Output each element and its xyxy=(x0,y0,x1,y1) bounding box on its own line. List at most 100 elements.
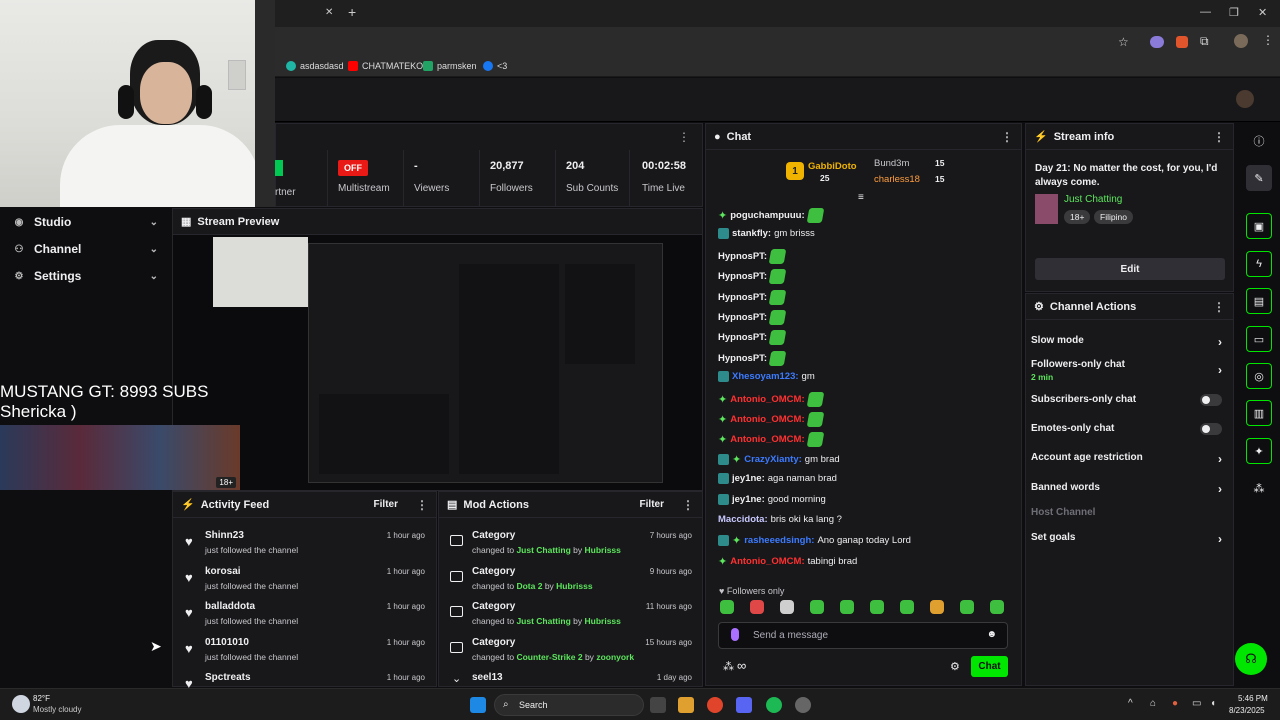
bookmark-star-icon[interactable]: ☆ xyxy=(1118,35,1129,49)
mod-filter-button[interactable]: Filter xyxy=(640,499,664,510)
broadcast-icon[interactable]: ◎ xyxy=(1246,363,1272,389)
minimize-icon[interactable]: — xyxy=(1200,6,1211,18)
microphone-icon[interactable] xyxy=(731,628,739,641)
chat-username[interactable]: HypnosPT: xyxy=(718,353,767,364)
menu-dots-icon[interactable]: ⋮ xyxy=(416,498,428,512)
chat-username[interactable]: poguchampuuu: xyxy=(730,210,804,221)
mod-action-item[interactable]: Category changed to Just Chatting by Hubr… xyxy=(445,528,695,564)
emote-icon[interactable] xyxy=(780,600,794,614)
leader-name[interactable]: Bund3m xyxy=(874,158,909,169)
points-icon[interactable]: ⁂ xyxy=(723,660,734,673)
mod-action-item[interactable]: Category changed to Just Chatting by Hubr… xyxy=(445,599,695,635)
chat-username[interactable]: HypnosPT: xyxy=(718,271,767,282)
emote-icon[interactable] xyxy=(900,600,914,614)
account-age-row[interactable]: Account age restriction › xyxy=(1031,452,1226,466)
chat-username[interactable]: HypnosPT: xyxy=(718,251,767,262)
emotes-only-toggle[interactable] xyxy=(1200,423,1222,435)
activity-item[interactable]: ♥ balladdota just followed the channel 1 ho… xyxy=(180,599,435,635)
info-icon[interactable]: ⓘ xyxy=(1246,128,1272,154)
set-goals-row[interactable]: Set goals › xyxy=(1031,532,1226,546)
edit-stream-info-button[interactable]: Edit xyxy=(1035,258,1225,280)
chat-username[interactable]: Maccidota: xyxy=(718,514,768,525)
preview-video[interactable] xyxy=(173,235,702,490)
emote-icon[interactable] xyxy=(870,600,884,614)
spotify-icon[interactable] xyxy=(766,697,782,713)
chat-username[interactable]: Xhesoyam123: xyxy=(732,371,799,382)
display-icon[interactable]: ▭ xyxy=(1192,698,1201,709)
volume-icon[interactable]: ◖ xyxy=(1210,698,1216,709)
chat-bubble-icon[interactable]: ▭ xyxy=(1246,326,1272,352)
microphone-icon[interactable]: ● xyxy=(1172,698,1178,709)
bookmark-item[interactable]: <3 xyxy=(483,61,507,71)
puzzle-icon[interactable]: ⧉ xyxy=(1200,34,1209,49)
store-icon[interactable] xyxy=(678,697,694,713)
emote-icon[interactable] xyxy=(960,600,974,614)
extension-icon[interactable] xyxy=(1150,36,1164,48)
emote-icon[interactable] xyxy=(750,600,764,614)
menu-dots-icon[interactable]: ⋮ xyxy=(1262,33,1274,47)
emote-icon[interactable] xyxy=(720,600,734,614)
chat-username[interactable]: Antonio_OMCM: xyxy=(730,556,804,567)
chat-username[interactable]: Antonio_OMCM: xyxy=(730,414,804,425)
tray-chevron-icon[interactable]: ^ xyxy=(1128,698,1133,709)
bookmark-item[interactable]: CHATMATEKO xyxy=(348,61,423,71)
chat-username[interactable]: rasheeedsingh: xyxy=(744,535,814,546)
nav-channel[interactable]: ⚇ Channel ⌄ xyxy=(0,236,172,262)
menu-dots-icon[interactable]: ⋮ xyxy=(1213,300,1225,314)
clock-time[interactable]: 5:46 PM xyxy=(1238,694,1268,703)
chat-username[interactable]: CrazyXianty: xyxy=(744,454,802,465)
menu-dots-icon[interactable]: ⋮ xyxy=(1001,130,1013,144)
menu-dots-icon[interactable]: ⋮ xyxy=(1213,130,1225,144)
category-link[interactable]: Just Chatting xyxy=(1064,194,1122,205)
chat-input-box[interactable]: Send a message ☻ xyxy=(718,622,1008,649)
subscribers-only-toggle[interactable] xyxy=(1200,394,1222,406)
extension-icon[interactable] xyxy=(1176,36,1188,48)
clipboard-icon[interactable]: ▤ xyxy=(1246,288,1272,314)
menu-dots-icon[interactable]: ⋮ xyxy=(682,498,694,512)
screen-icon[interactable]: ▣ xyxy=(1246,213,1272,239)
chat-username[interactable]: Antonio_OMCM: xyxy=(730,434,804,445)
chat-username[interactable]: stankfly: xyxy=(732,228,771,239)
chat-username[interactable]: jey1ne: xyxy=(732,473,765,484)
bookmark-item[interactable]: parmsken xyxy=(423,61,477,71)
nav-settings[interactable]: ⚙ Settings ⌄ xyxy=(0,263,172,289)
activity-filter-button[interactable]: Filter xyxy=(374,499,398,510)
discord-icon[interactable] xyxy=(736,697,752,713)
card-icon[interactable]: ▥ xyxy=(1246,400,1272,426)
leader-name[interactable]: charless18 xyxy=(874,174,920,185)
slow-mode-row[interactable]: Slow mode › xyxy=(1031,335,1226,349)
emote-icon[interactable] xyxy=(930,600,944,614)
network-icon[interactable]: ⌂ xyxy=(1150,698,1156,709)
menu-dots-icon[interactable]: ⋮ xyxy=(678,130,690,144)
chat-username[interactable]: jey1ne: xyxy=(732,494,765,505)
nav-studio[interactable]: ◉ Studio ⌄ xyxy=(0,209,172,235)
mod-action-item[interactable]: Category changed to Dota 2 by Hubrisss 9 h… xyxy=(445,564,695,600)
new-tab-button[interactable]: + xyxy=(348,4,356,20)
emote-icon[interactable] xyxy=(840,600,854,614)
pencil-icon[interactable]: ✎ xyxy=(1246,165,1272,191)
banned-words-row[interactable]: Banned words › xyxy=(1031,482,1226,496)
bookmark-item[interactable]: asdasdasd xyxy=(286,61,344,71)
leader-name[interactable]: GabbiDoto xyxy=(808,161,857,172)
chat-username[interactable]: HypnosPT: xyxy=(718,332,767,343)
wrench-icon[interactable]: ✦ xyxy=(1246,438,1272,464)
chat-username[interactable]: HypnosPT: xyxy=(718,292,767,303)
bolt-icon[interactable]: ϟ xyxy=(1246,251,1272,277)
emote-icon[interactable] xyxy=(810,600,824,614)
activity-item[interactable]: ♥ Shinn23 just followed the channel 1 hour … xyxy=(180,528,435,564)
profile-avatar[interactable] xyxy=(1234,34,1248,48)
close-window-icon[interactable]: ✕ xyxy=(1258,6,1267,19)
app-icon[interactable] xyxy=(795,697,811,713)
chrome-icon[interactable] xyxy=(707,697,723,713)
points-icon[interactable]: ⁂ xyxy=(1246,475,1272,501)
emoji-icon[interactable]: ☻ xyxy=(986,629,997,640)
task-view-icon[interactable] xyxy=(650,697,666,713)
windows-start-icon[interactable] xyxy=(470,697,486,713)
taskbar-search[interactable]: ⌕ Search xyxy=(494,694,644,716)
tag-pill[interactable]: Filipino xyxy=(1094,210,1133,224)
tag-pill[interactable]: 18+ xyxy=(1064,210,1091,224)
user-avatar[interactable] xyxy=(1236,90,1254,108)
activity-item[interactable]: ♥ 01101010 just followed the channel 1 hour… xyxy=(180,635,435,671)
chat-username[interactable]: Antonio_OMCM: xyxy=(730,394,804,405)
activity-item[interactable]: ♥ korosai just followed the channel 1 hour … xyxy=(180,564,435,600)
